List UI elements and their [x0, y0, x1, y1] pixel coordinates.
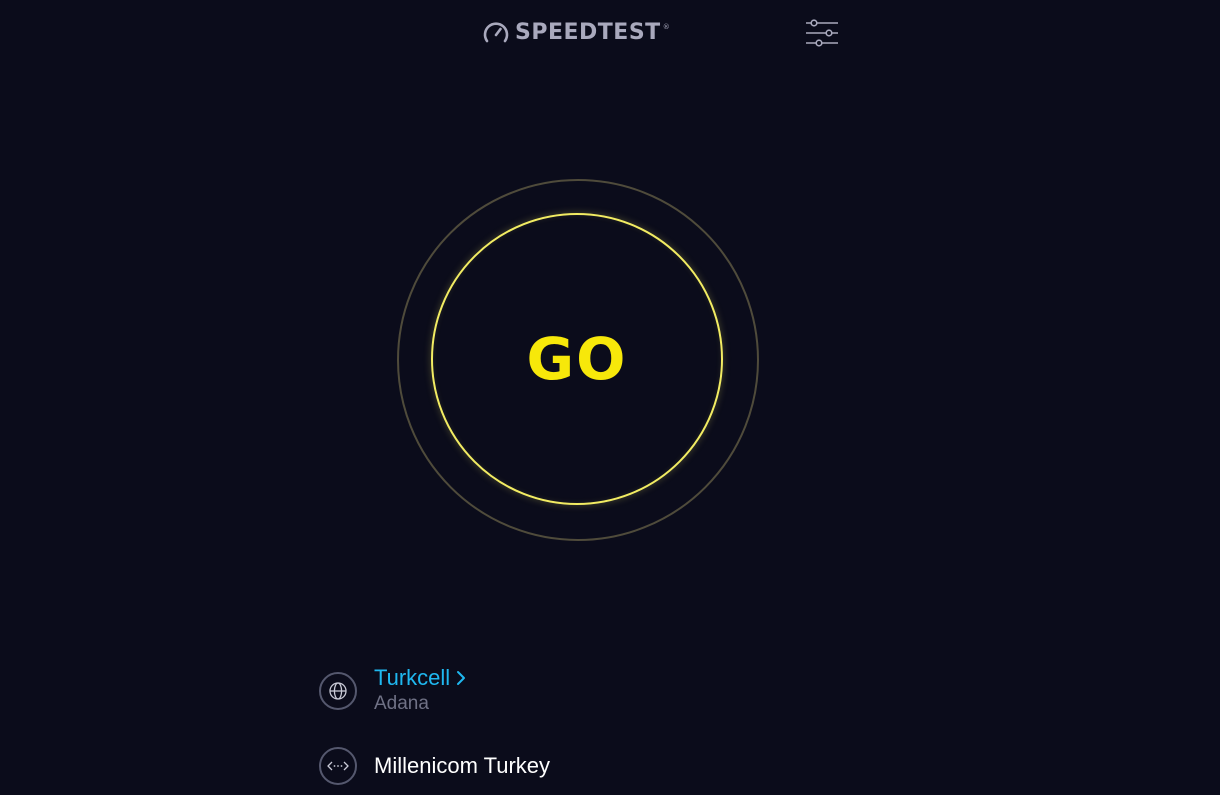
server-name[interactable]: Millenicom Turkey [374, 753, 550, 779]
settings-button[interactable] [803, 17, 841, 49]
server-icon [319, 747, 357, 785]
sliders-icon [806, 19, 838, 47]
isp-name-link[interactable]: Turkcell [374, 665, 466, 691]
speedometer-icon [483, 22, 509, 43]
server-info: Millenicom Turkey [319, 744, 550, 788]
go-button-container: GO [397, 179, 759, 541]
go-button[interactable]: GO [431, 213, 723, 505]
chevron-right-icon [457, 671, 466, 685]
speedtest-logo[interactable]: SPEEDTEST ® [481, 18, 670, 48]
speedtest-page: SPEEDTEST ® GO Turkcell Adana Millenicom… [0, 0, 1220, 795]
isp-location: Adana [374, 693, 429, 714]
isp-info: Turkcell Adana [319, 665, 466, 717]
isp-name: Turkcell [374, 665, 451, 690]
logo-trademark: ® [662, 23, 670, 31]
globe-icon [319, 672, 357, 710]
go-label: GO [526, 325, 628, 393]
isp-text: Turkcell Adana [374, 665, 466, 717]
logo-text: SPEEDTEST [515, 20, 661, 45]
